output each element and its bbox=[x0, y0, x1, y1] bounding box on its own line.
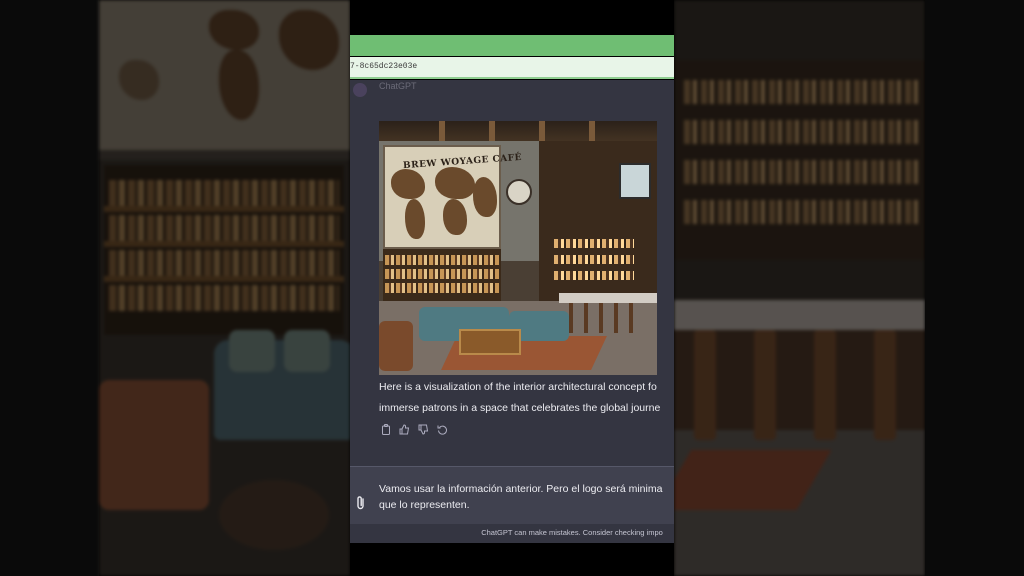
background-edge-right bbox=[925, 0, 1024, 576]
background-cafe-right bbox=[674, 0, 925, 576]
paperclip-icon[interactable] bbox=[354, 495, 368, 511]
clock-icon bbox=[506, 179, 532, 205]
generated-image[interactable]: BREW WOYAGE CAFÉ bbox=[379, 121, 657, 375]
thumbs-down-icon[interactable] bbox=[417, 423, 430, 436]
response-actions bbox=[379, 422, 449, 436]
url-text: 7-8c65dc23e03e bbox=[350, 62, 418, 71]
chat-thread: ChatGPT BREW WOYAGE CAFÉ Here is a visua… bbox=[350, 80, 674, 543]
message-composer[interactable]: Vamos usar la información anterior. Pero… bbox=[350, 466, 674, 524]
window bbox=[619, 163, 651, 199]
background-table bbox=[219, 480, 329, 550]
browser-status-bar bbox=[350, 35, 674, 56]
response-text-line-1: Here is a visualization of the interior … bbox=[379, 381, 657, 393]
assistant-name: ChatGPT bbox=[379, 81, 417, 91]
trunk-table bbox=[459, 329, 521, 355]
thumbs-up-icon[interactable] bbox=[398, 423, 411, 436]
copy-icon[interactable] bbox=[379, 423, 392, 436]
regenerate-icon[interactable] bbox=[436, 423, 449, 436]
background-edge-left bbox=[0, 0, 99, 576]
background-counter bbox=[674, 300, 925, 330]
phone-screen: 7-8c65dc23e03e ChatGPT BREW WOYAGE CAFÉ bbox=[350, 0, 674, 576]
background-cafe-left bbox=[99, 0, 350, 576]
composer-text-line-1: Vamos usar la información anterior. Pero… bbox=[379, 483, 663, 495]
composer-text[interactable]: Vamos usar la información anterior. Pero… bbox=[379, 481, 662, 513]
composer-text-line-2: que lo representen. bbox=[379, 499, 470, 511]
background-world-map bbox=[99, 0, 350, 150]
disclaimer-text: ChatGPT can make mistakes. Consider chec… bbox=[481, 528, 663, 537]
assistant-avatar bbox=[353, 83, 367, 97]
background-armchair bbox=[99, 380, 209, 510]
response-text-line-2: immerse patrons in a space that celebrat… bbox=[379, 402, 661, 414]
url-bar[interactable]: 7-8c65dc23e03e bbox=[350, 57, 674, 79]
